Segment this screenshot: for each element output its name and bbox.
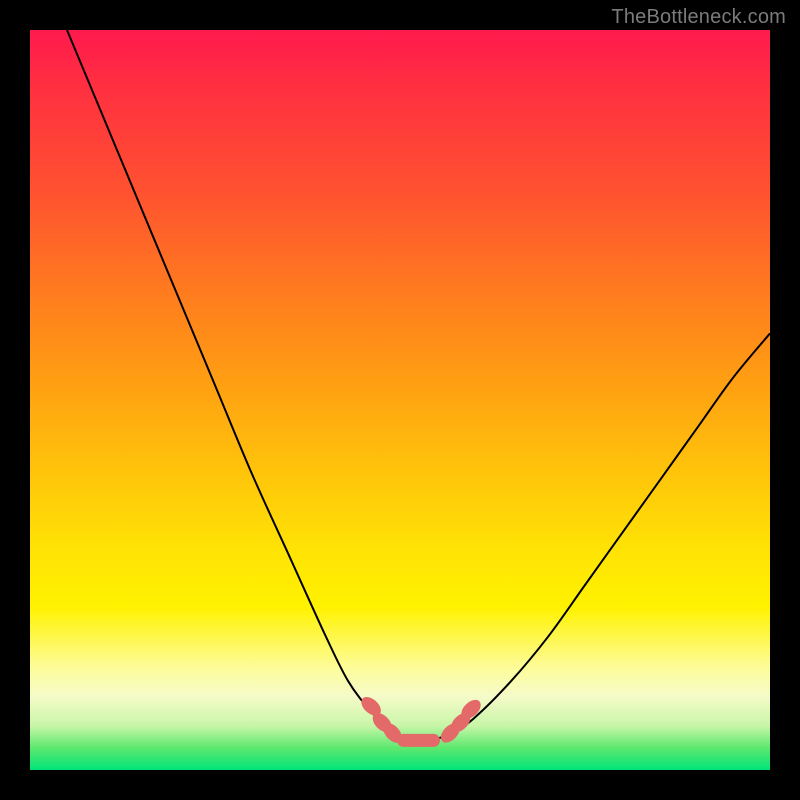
watermark-text: TheBottleneck.com — [611, 6, 786, 29]
curve-marker — [398, 734, 440, 746]
plot-area — [30, 30, 770, 770]
outer-frame: TheBottleneck.com — [0, 0, 800, 800]
curve-path — [67, 30, 770, 741]
bottleneck-curve — [30, 30, 770, 770]
markers-group — [359, 694, 484, 746]
